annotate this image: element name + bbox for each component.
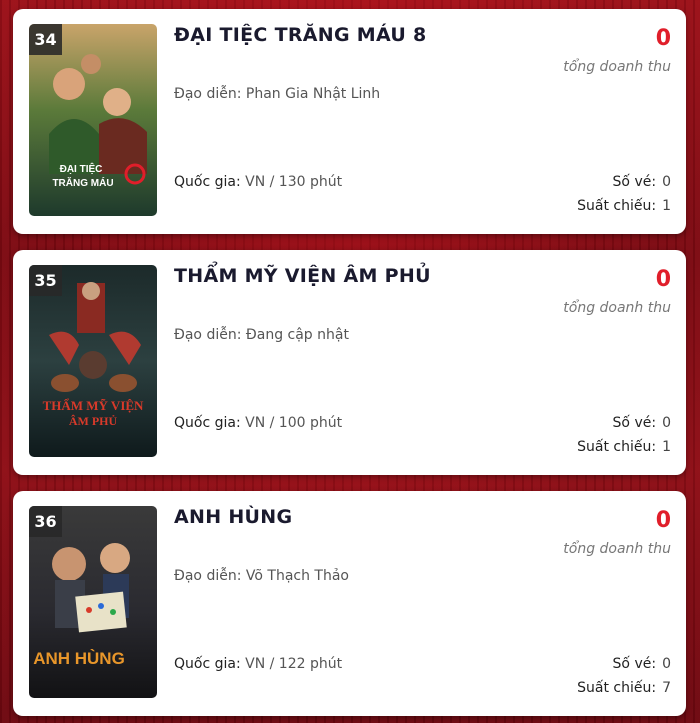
director-label: Đạo diễn: bbox=[174, 86, 242, 102]
svg-text:TRĂNG MÁU: TRĂNG MÁU bbox=[52, 176, 113, 189]
showings-label: Suất chiếu: bbox=[577, 680, 657, 696]
movie-card[interactable]: ANH HÙNG 36 ANH HÙNG Đạo diễn: Võ Thạch … bbox=[13, 491, 686, 716]
tickets-value: 0 bbox=[662, 174, 671, 190]
country-value: VN / 122 phút bbox=[245, 656, 343, 672]
director-value: Đang cập nhật bbox=[245, 327, 349, 343]
revenue-caption: tổng doanh thu bbox=[563, 59, 671, 75]
director-label: Đạo diễn: bbox=[174, 568, 242, 584]
country-value: VN / 100 phút bbox=[245, 415, 343, 431]
country-value: VN / 130 phút bbox=[245, 174, 343, 190]
country-line: Quốc gia: VN / 122 phút bbox=[174, 656, 342, 672]
showings-value: 7 bbox=[662, 680, 671, 696]
tickets-line: Số vé: 0 bbox=[613, 415, 671, 431]
showings-line: Suất chiếu: 1 bbox=[577, 198, 671, 214]
showings-label: Suất chiếu: bbox=[577, 198, 657, 214]
tickets-line: Số vé: 0 bbox=[613, 656, 671, 672]
director-line: Đạo diễn: Đang cập nhật bbox=[174, 327, 349, 343]
rank-badge: 35 bbox=[29, 265, 62, 296]
movie-card[interactable]: ĐẠI TIỆC TRĂNG MÁU 34 ĐẠI TIỆC TRĂNG MÁU… bbox=[13, 9, 686, 234]
movie-poster[interactable]: ĐẠI TIỆC TRĂNG MÁU 34 bbox=[29, 24, 157, 216]
revenue-value: 0 bbox=[655, 26, 671, 51]
country-line: Quốc gia: VN / 100 phút bbox=[174, 415, 342, 431]
revenue-caption: tổng doanh thu bbox=[563, 541, 671, 557]
revenue-value: 0 bbox=[655, 267, 671, 292]
showings-value: 1 bbox=[662, 198, 671, 214]
director-value: Phan Gia Nhật Linh bbox=[245, 86, 381, 102]
director-value: Võ Thạch Thảo bbox=[245, 568, 349, 584]
rank-badge: 36 bbox=[29, 506, 62, 537]
movie-title[interactable]: ANH HÙNG bbox=[174, 506, 292, 528]
tickets-label: Số vé: bbox=[612, 174, 657, 190]
director-line: Đạo diễn: Phan Gia Nhật Linh bbox=[174, 86, 380, 102]
movie-poster[interactable]: ANH HÙNG 36 bbox=[29, 506, 157, 698]
tickets-line: Số vé: 0 bbox=[613, 174, 671, 190]
movie-poster[interactable]: THẨM MỸ VIỆN ÂM PHỦ 35 bbox=[29, 265, 157, 457]
svg-text:ÂM PHỦ: ÂM PHỦ bbox=[69, 414, 118, 428]
tickets-value: 0 bbox=[662, 415, 671, 431]
showings-line: Suất chiếu: 1 bbox=[577, 439, 671, 455]
movie-card[interactable]: THẨM MỸ VIỆN ÂM PHỦ 35 THẨM MỸ VIỆN ÂM P… bbox=[13, 250, 686, 475]
movie-title[interactable]: ĐẠI TIỆC TRĂNG MÁU 8 bbox=[174, 24, 427, 46]
director-label: Đạo diễn: bbox=[174, 327, 242, 343]
rank-badge: 34 bbox=[29, 24, 62, 55]
svg-text:ĐẠI TIỆC: ĐẠI TIỆC bbox=[60, 162, 103, 175]
country-label: Quốc gia: bbox=[174, 656, 241, 672]
revenue-caption: tổng doanh thu bbox=[563, 300, 671, 316]
showings-label: Suất chiếu: bbox=[577, 439, 657, 455]
showings-value: 1 bbox=[662, 439, 671, 455]
tickets-label: Số vé: bbox=[612, 415, 657, 431]
movie-title[interactable]: THẨM MỸ VIỆN ÂM PHỦ bbox=[174, 265, 431, 287]
country-line: Quốc gia: VN / 130 phút bbox=[174, 174, 342, 190]
svg-text:THẨM MỸ VIỆN: THẨM MỸ VIỆN bbox=[43, 398, 144, 413]
country-label: Quốc gia: bbox=[174, 415, 241, 431]
tickets-label: Số vé: bbox=[612, 656, 657, 672]
country-label: Quốc gia: bbox=[174, 174, 241, 190]
tickets-value: 0 bbox=[662, 656, 671, 672]
svg-text:ANH HÙNG: ANH HÙNG bbox=[33, 649, 125, 668]
revenue-value: 0 bbox=[655, 508, 671, 533]
director-line: Đạo diễn: Võ Thạch Thảo bbox=[174, 568, 349, 584]
showings-line: Suất chiếu: 7 bbox=[577, 680, 671, 696]
